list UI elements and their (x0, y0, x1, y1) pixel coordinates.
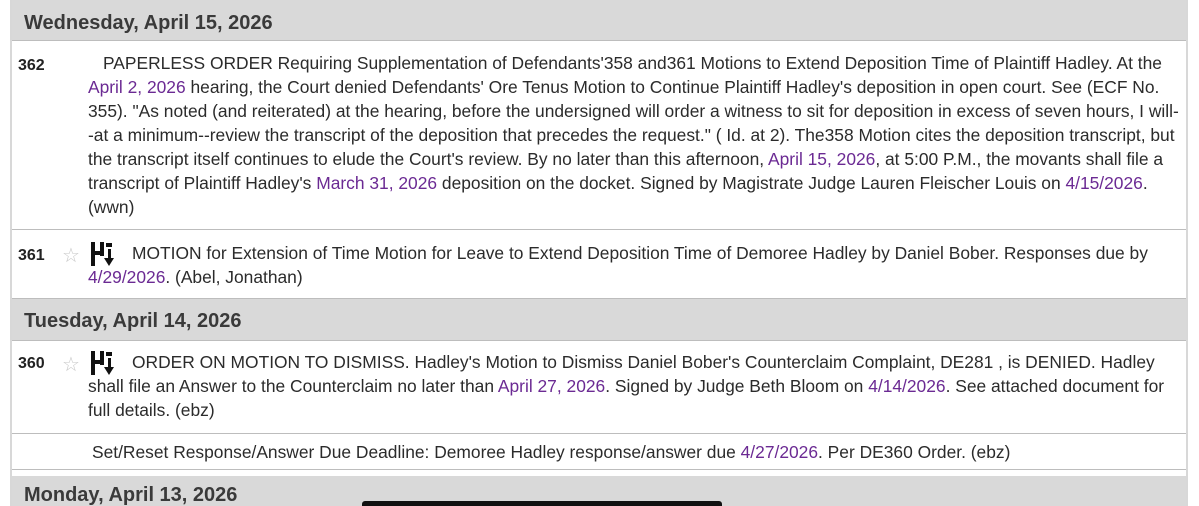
entry-number: 361 (18, 247, 45, 264)
docket-page: Wednesday, April 15, 2026 362 PAPERLESS … (0, 0, 1199, 506)
docket-entry-361: 361 ☆ MOTION for Extension of Time Motio… (12, 230, 1186, 299)
date-link[interactable]: April 27, 2026 (498, 376, 605, 396)
entry-text: ORDER ON MOTION TO DISMISS. Hadley's Mot… (88, 350, 1180, 422)
entry-text-segment: MOTION for Extension of Time Motion for … (132, 243, 1148, 263)
star-icon[interactable]: ☆ (62, 246, 80, 266)
date-link[interactable]: April 15, 2026 (768, 149, 875, 169)
date-link[interactable]: 4/27/2026 (741, 442, 818, 462)
date-link[interactable]: 4/15/2026 (1065, 173, 1142, 193)
date-header-wednesday: Wednesday, April 15, 2026 (12, 0, 1186, 41)
date-link[interactable]: 4/14/2026 (868, 376, 945, 396)
entry-number: 360 (18, 355, 45, 372)
right-border (1186, 0, 1188, 506)
deadline-row: Set/Reset Response/Answer Due Deadline: … (12, 434, 1186, 470)
entry-text: PAPERLESS ORDER Requiring Supplementatio… (88, 51, 1180, 219)
entry-number: 362 (18, 57, 45, 74)
star-icon[interactable]: ☆ (62, 355, 80, 375)
docket-entry-360: 360 ☆ ORDER ON MOTION TO DISMISS. Hadley… (12, 341, 1186, 434)
entry-text-segment: Set/Reset Response/Answer Due Deadline: … (92, 442, 741, 462)
entry-text-segment: PAPERLESS ORDER Requiring Supplementatio… (103, 53, 1162, 73)
entry-text-segment: . Per DE360 Order. (ebz) (818, 442, 1011, 462)
entry-text: MOTION for Extension of Time Motion for … (88, 241, 1180, 289)
date-link[interactable]: April 2, 2026 (88, 77, 186, 97)
deadline-text: Set/Reset Response/Answer Due Deadline: … (92, 440, 1184, 464)
date-link[interactable]: March 31, 2026 (316, 173, 437, 193)
date-link[interactable]: 4/29/2026 (88, 267, 165, 287)
docket-entry-362: 362 PAPERLESS ORDER Requiring Supplement… (12, 41, 1186, 230)
home-indicator-bar (362, 501, 722, 506)
date-header-tuesday: Tuesday, April 14, 2026 (12, 299, 1186, 341)
entry-text-segment: deposition on the docket. Signed by Magi… (437, 173, 1066, 193)
entry-text-segment: . Signed by Judge Beth Bloom on (605, 376, 869, 396)
entry-text-segment: . (Abel, Jonathan) (165, 267, 303, 287)
